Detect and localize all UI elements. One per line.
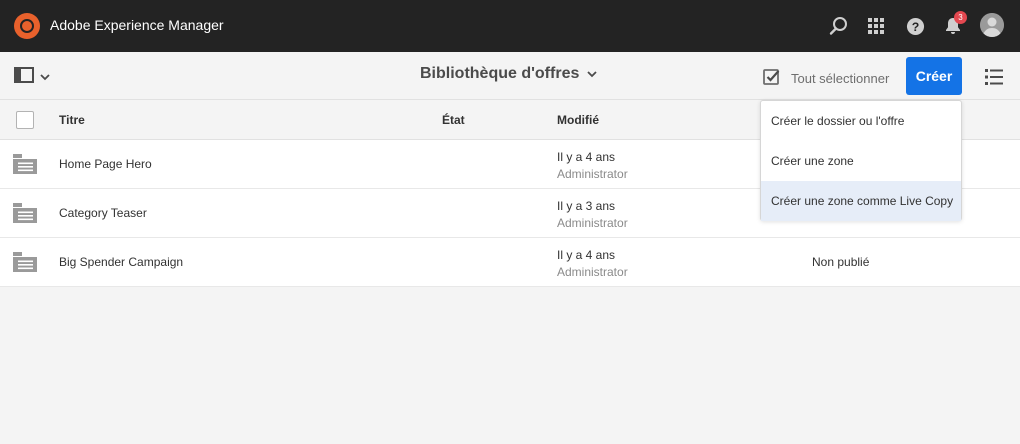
create-button[interactable]: Créer [906,57,962,95]
row-title: Big Spender Campaign [59,255,184,269]
svg-text:?: ? [911,19,919,33]
search-icon[interactable] [827,14,851,38]
help-icon[interactable]: ? [903,14,927,38]
shell-header: Adobe Experience Manager ? 3 [0,0,1020,52]
side-rail-icon [14,66,34,88]
rail-toggle-button[interactable] [14,66,50,88]
column-header-title[interactable]: Titre [59,113,85,127]
row-modified-time: Il y a 4 ans [557,150,616,164]
adobe-experience-manager-logo[interactable] [14,13,40,39]
column-header-modified[interactable]: Modifié [557,113,599,127]
row-modified-by: Administrator [557,216,628,230]
page-title-switcher[interactable]: Bibliothèque d'offres [420,65,597,83]
list-view-icon[interactable] [985,68,1003,91]
chevron-down-icon [587,65,597,83]
user-avatar[interactable] [980,13,1004,37]
menu-item-create-folder-or-offer[interactable]: Créer le dossier ou l'offre [761,101,961,141]
row-title: Home Page Hero [59,157,152,171]
row-modified-time: Il y a 3 ans [557,199,616,213]
select-all-label: Tout sélectionner [791,71,890,86]
checkbox-checked-icon [763,67,781,90]
offer-folder-icon [13,203,37,228]
menu-item-create-zone-live-copy[interactable]: Créer une zone comme Live Copy [761,181,961,221]
apps-grid-icon[interactable] [864,14,888,38]
column-header-state[interactable]: État [442,113,465,127]
row-title: Category Teaser [59,206,147,220]
bell-icon[interactable]: 3 [941,11,967,38]
notification-badge: 3 [954,11,967,24]
chevron-down-icon [40,68,50,86]
select-all-checkbox[interactable] [16,111,34,129]
offer-folder-icon [13,154,37,179]
row-modified-by: Administrator [557,265,628,279]
offer-folder-icon [13,252,37,277]
page-title: Bibliothèque d'offres [420,65,580,82]
row-status: Non publié [812,255,870,269]
select-all-button[interactable]: Tout sélectionner [763,67,889,90]
app-title[interactable]: Adobe Experience Manager [50,17,224,33]
table-row[interactable]: Big Spender Campaign Il y a 4 ans Admini… [0,238,1020,287]
row-modified-time: Il y a 4 ans [557,248,616,262]
menu-item-create-zone[interactable]: Créer une zone [761,141,961,181]
action-bar: Bibliothèque d'offres Tout sélectionner … [0,52,1020,100]
create-menu-popover: Créer le dossier ou l'offre Créer une zo… [760,100,962,221]
row-modified-by: Administrator [557,167,628,181]
logo-mark [20,19,34,33]
